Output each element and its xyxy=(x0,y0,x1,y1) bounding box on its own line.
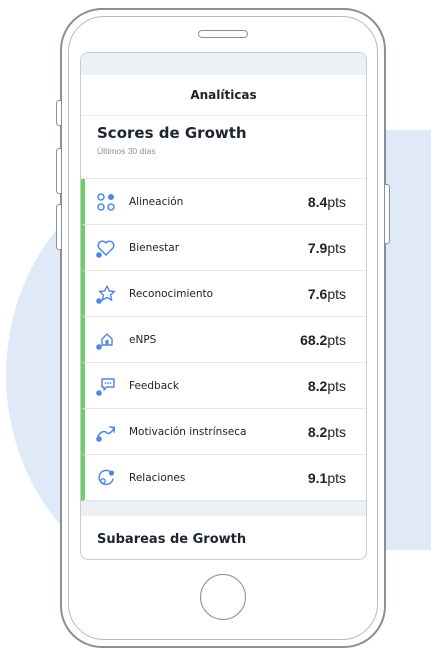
section-title: Scores de Growth xyxy=(97,124,247,142)
chat-bubble-icon xyxy=(95,375,117,397)
score-row-relaciones[interactable]: Relaciones 9.1pts xyxy=(81,455,366,501)
score-value: 8.2pts xyxy=(307,377,346,394)
score-row-alineacion[interactable]: Alineación 8.4pts xyxy=(81,179,366,225)
phone-volume-down xyxy=(56,204,62,250)
score-value: 68.2pts xyxy=(300,331,346,348)
heart-icon xyxy=(95,237,117,259)
score-value: 7.6pts xyxy=(307,285,346,302)
score-label: Alineación xyxy=(129,195,184,208)
score-label: Feedback xyxy=(129,379,180,392)
score-label: eNPS xyxy=(129,333,157,346)
score-value: 9.1pts xyxy=(307,469,346,486)
score-row-feedback[interactable]: Feedback 8.2pts xyxy=(81,363,366,409)
score-row-enps[interactable]: eNPS 68.2pts xyxy=(81,317,366,363)
phone-speaker xyxy=(198,30,248,38)
score-label: Reconocimiento xyxy=(129,287,214,300)
app-screen: Analíticas Scores de Growth Últimos 30 d… xyxy=(80,52,367,560)
status-bar xyxy=(81,53,366,75)
score-label: Motivación instrínseca xyxy=(129,425,247,438)
score-row-bienestar[interactable]: Bienestar 7.9pts xyxy=(81,225,366,271)
subareas-title: Subareas de Growth xyxy=(97,532,247,547)
phone-volume-up xyxy=(56,148,62,194)
home-button[interactable] xyxy=(200,574,246,620)
section-header: Scores de Growth Últimos 30 días xyxy=(81,116,366,178)
relations-icon xyxy=(95,467,117,489)
score-label: Relaciones xyxy=(129,471,186,484)
section-divider xyxy=(81,501,366,516)
star-icon xyxy=(95,283,117,305)
alignment-dots-icon xyxy=(95,191,117,213)
score-value: 8.4pts xyxy=(307,193,346,210)
phone-power-button xyxy=(384,184,390,244)
phone-mute-switch xyxy=(56,100,62,126)
score-value: 7.9pts xyxy=(307,239,346,256)
score-value: 8.2pts xyxy=(307,423,346,440)
trend-arrow-icon xyxy=(95,421,117,443)
score-label: Bienestar xyxy=(129,241,180,254)
section-subtitle: Últimos 30 días xyxy=(97,146,156,156)
score-row-motivacion[interactable]: Motivación instrínseca 8.2pts xyxy=(81,409,366,455)
home-icon xyxy=(95,329,117,351)
score-row-reconocimiento[interactable]: Reconocimiento 7.6pts xyxy=(81,271,366,317)
page-title: Analíticas xyxy=(81,75,366,116)
scores-list: Alineación 8.4pts Bienestar 7.9pts Recon… xyxy=(81,178,366,501)
